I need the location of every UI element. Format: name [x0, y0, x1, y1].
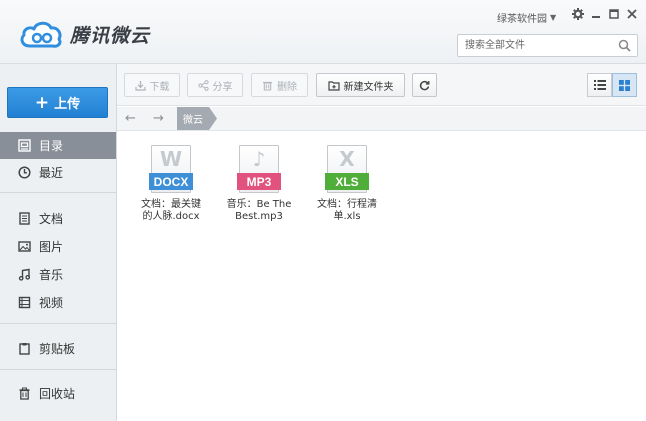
- download-button[interactable]: 下载: [124, 73, 180, 97]
- sidebar-item-music[interactable]: 音乐: [0, 261, 116, 288]
- list-view-button[interactable]: [587, 73, 612, 97]
- clipboard-icon: [18, 342, 31, 355]
- sidebar-item-label: 剪贴板: [39, 342, 76, 356]
- file-item[interactable]: X XLS 文档：行程清 单.xls: [307, 145, 387, 223]
- grid-view-icon: [619, 79, 630, 91]
- file-type-letter: W: [159, 147, 183, 171]
- upload-label: 上传: [54, 97, 81, 112]
- image-icon: [18, 240, 31, 253]
- file-name: 文档：行程清 单.xls: [317, 199, 377, 222]
- sidebar-item-label: 目录: [39, 139, 64, 153]
- user-name: 绿茶软件园: [497, 14, 547, 25]
- share-icon: [197, 79, 209, 91]
- file-type-letter: ♪: [252, 147, 266, 171]
- sidebar-item-recycle-bin[interactable]: 回收站: [0, 380, 116, 407]
- file-type-tag: DOCX: [149, 173, 193, 190]
- sidebar-item-label: 文档: [39, 212, 64, 226]
- search-icon[interactable]: [618, 39, 631, 52]
- grid-view-button[interactable]: [612, 73, 637, 97]
- music-file-icon: ♪ MP3: [237, 145, 281, 193]
- close-button[interactable]: [624, 6, 640, 22]
- share-button[interactable]: 分享: [187, 73, 243, 97]
- new-folder-icon: [327, 80, 340, 91]
- share-label: 分享: [212, 81, 233, 93]
- title-bar: 腾讯微云 绿茶软件园 ▼: [0, 0, 646, 64]
- sidebar-item-video[interactable]: 视频: [0, 289, 116, 316]
- back-arrow-icon[interactable]: ←: [125, 111, 136, 126]
- list-view-icon: [593, 80, 606, 90]
- refresh-button[interactable]: [412, 73, 437, 97]
- sidebar-divider: [0, 192, 116, 193]
- sidebar: + 上传 目录 最近 文档 图片 音乐 视频 剪贴板 回收站: [0, 64, 117, 421]
- music-icon: [18, 268, 31, 281]
- file-type-tag: XLS: [325, 173, 369, 190]
- sidebar-item-documents[interactable]: 文档: [0, 205, 116, 232]
- sidebar-item-label: 音乐: [39, 268, 64, 282]
- user-menu[interactable]: 绿茶软件园 ▼: [497, 10, 556, 25]
- upload-button[interactable]: + 上传: [7, 87, 108, 118]
- file-type-tag: MP3: [237, 173, 281, 190]
- search-box: [457, 34, 638, 57]
- chevron-down-icon: ▼: [550, 13, 557, 22]
- document-icon: [18, 212, 31, 225]
- film-icon: [18, 296, 31, 309]
- download-label: 下载: [149, 81, 170, 93]
- plus-icon: +: [34, 92, 50, 113]
- search-input[interactable]: [458, 35, 608, 56]
- new-folder-button[interactable]: 新建文件夹: [316, 73, 405, 97]
- sidebar-item-clipboard[interactable]: 剪贴板: [0, 335, 116, 362]
- cloud-logo-icon: [20, 21, 62, 48]
- forward-arrow-icon[interactable]: →: [153, 111, 164, 126]
- folder-icon: [18, 139, 31, 152]
- trash-icon: [262, 80, 273, 91]
- app-title: 腾讯微云: [70, 24, 151, 47]
- sidebar-item-label: 回收站: [39, 387, 76, 401]
- sidebar-divider: [0, 369, 116, 370]
- delete-button[interactable]: 删除: [251, 73, 308, 97]
- clock-icon: [18, 166, 31, 179]
- minimize-button[interactable]: [588, 6, 604, 22]
- sidebar-item-label: 图片: [39, 240, 64, 254]
- app-logo: 腾讯微云: [18, 19, 150, 49]
- file-name: 文档：最关键 的人脉.docx: [141, 199, 201, 222]
- sidebar-item-directory[interactable]: 目录: [0, 132, 116, 159]
- file-type-letter: X: [339, 147, 355, 171]
- excel-file-icon: X XLS: [325, 145, 369, 193]
- sidebar-divider: [0, 323, 116, 324]
- trash-icon: [18, 387, 31, 400]
- refresh-icon: [419, 80, 430, 90]
- sidebar-item-label: 视频: [39, 296, 64, 310]
- maximize-button[interactable]: [606, 6, 622, 22]
- breadcrumb-root[interactable]: 微云: [177, 107, 217, 130]
- sidebar-item-images[interactable]: 图片: [0, 233, 116, 260]
- download-icon: [134, 80, 146, 91]
- delete-label: 删除: [277, 81, 297, 93]
- file-item[interactable]: ♪ MP3 音乐：Be The Best.mp3: [219, 145, 299, 223]
- sidebar-item-label: 最近: [39, 166, 64, 180]
- settings-gear-icon[interactable]: [570, 6, 586, 22]
- file-name: 音乐：Be The Best.mp3: [226, 199, 292, 222]
- word-file-icon: W DOCX: [149, 145, 193, 193]
- toolbar: 下载 分享 删除 新建文件夹: [117, 64, 646, 106]
- new-folder-label: 新建文件夹: [343, 81, 394, 93]
- sidebar-item-recent[interactable]: 最近: [0, 159, 116, 186]
- breadcrumb: ← → 微云: [117, 107, 646, 131]
- file-item[interactable]: W DOCX 文档：最关键 的人脉.docx: [131, 145, 211, 223]
